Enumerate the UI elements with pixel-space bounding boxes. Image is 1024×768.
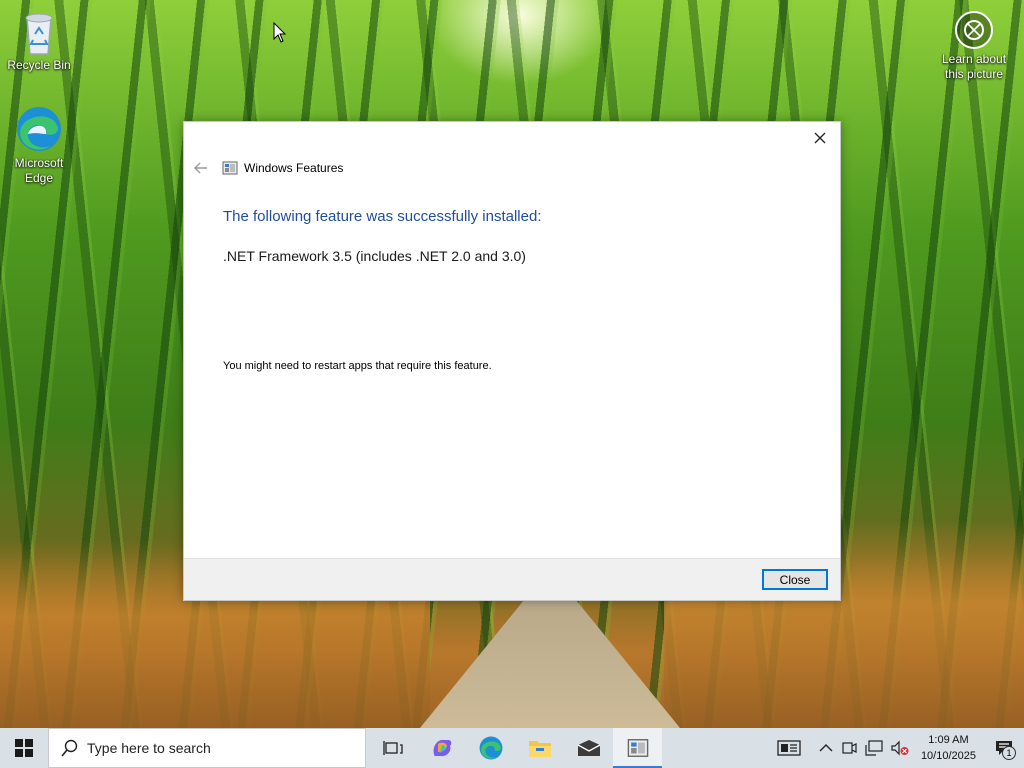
windows-features-icon — [627, 739, 648, 757]
mail-icon — [577, 740, 600, 756]
action-center-button[interactable]: 1 — [984, 728, 1024, 768]
chevron-up-icon — [819, 744, 833, 752]
desktop-icon-recycle-bin[interactable]: Recycle Bin — [1, 8, 77, 73]
tray-meet-now[interactable] — [837, 728, 861, 768]
back-button[interactable] — [192, 159, 210, 177]
close-button[interactable]: Close — [762, 569, 828, 590]
search-icon — [61, 739, 78, 757]
clock-date: 10/10/2025 — [920, 750, 976, 762]
installed-feature-name: .NET Framework 3.5 (includes .NET 2.0 an… — [223, 248, 526, 264]
success-heading: The following feature was successfully i… — [223, 208, 542, 225]
dialog-footer: Close — [184, 558, 840, 600]
taskbar-search-box[interactable]: Type here to search — [48, 728, 366, 768]
taskbar-task-view[interactable] — [368, 728, 417, 768]
dialog-header: Windows Features — [192, 158, 343, 178]
windows-features-dialog: Windows Features The following feature w… — [183, 121, 841, 601]
tray-volume[interactable] — [887, 728, 913, 768]
taskbar-file-explorer[interactable] — [515, 728, 564, 768]
system-tray: 1:09 AM 10/10/2025 1 — [763, 728, 1024, 768]
tray-network[interactable] — [861, 728, 887, 768]
taskbar-windows-features[interactable] — [613, 728, 662, 768]
network-icon — [865, 740, 883, 756]
desktop-icon-microsoft-edge[interactable]: Microsoft Edge — [1, 104, 77, 186]
taskbar: Type here to search 1:09 AM 10/10/2025 1 — [0, 728, 1024, 768]
restart-note: You might need to restart apps that requ… — [223, 360, 492, 372]
recycle-bin-icon — [25, 13, 53, 55]
notification-count-badge: 1 — [1002, 746, 1016, 760]
learn-about-picture[interactable]: Learn about this picture — [936, 10, 1012, 82]
learn-about-picture-label: Learn about this picture — [941, 52, 1007, 81]
edge-icon — [17, 107, 61, 151]
copilot-icon — [433, 739, 451, 757]
mouse-cursor-icon — [273, 22, 287, 43]
search-placeholder: Type here to search — [87, 740, 211, 756]
windows-logo-icon — [15, 739, 33, 757]
taskbar-edge[interactable] — [466, 728, 515, 768]
taskbar-copilot[interactable] — [417, 728, 466, 768]
dialog-title: Windows Features — [244, 161, 344, 175]
desktop-icon-label: Microsoft Edge — [14, 156, 64, 185]
file-explorer-icon — [528, 741, 551, 757]
back-arrow-icon — [194, 162, 207, 174]
desktop-icon-label: Recycle Bin — [7, 58, 71, 72]
close-icon — [814, 132, 826, 144]
task-view-icon — [382, 741, 403, 755]
volume-muted-icon — [891, 740, 909, 756]
dialog-close-button[interactable] — [806, 126, 834, 150]
taskbar-mail[interactable] — [564, 728, 613, 768]
meet-icon — [842, 742, 857, 754]
camera-icon — [955, 11, 993, 49]
tray-overflow-button[interactable] — [815, 728, 837, 768]
taskbar-clock[interactable]: 1:09 AM 10/10/2025 — [913, 732, 984, 764]
wallpaper-path — [420, 600, 680, 728]
edge-icon — [479, 736, 502, 760]
windows-features-icon — [222, 161, 238, 175]
clock-time: 1:09 AM — [928, 734, 969, 746]
start-button[interactable] — [0, 728, 48, 768]
tray-news[interactable] — [763, 728, 815, 768]
news-icon — [777, 740, 801, 756]
